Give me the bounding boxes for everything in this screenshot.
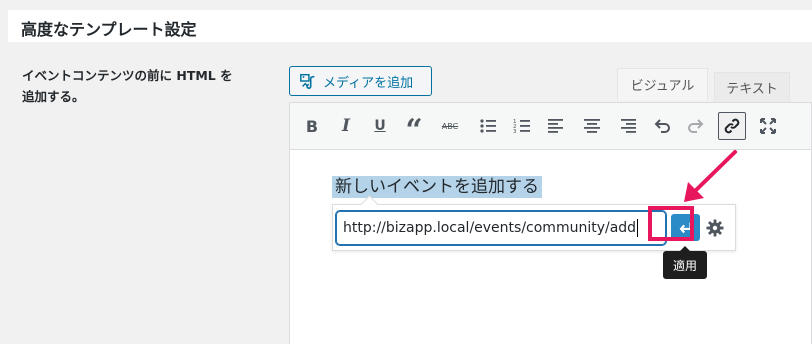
add-media-button[interactable]: メディアを追加 (289, 66, 432, 96)
blockquote-icon: “ (405, 113, 423, 148)
apply-tooltip: 適用 (663, 246, 707, 279)
align-center-button[interactable] (578, 112, 606, 140)
italic-icon: I (342, 116, 350, 136)
bold-icon: B (305, 116, 319, 136)
redo-icon (688, 119, 704, 133)
arrow-annotation (684, 150, 737, 202)
bullet-list-button[interactable] (474, 112, 502, 140)
link-button[interactable] (718, 112, 746, 140)
editor-toolbar: B I U “ ABC 1 2 3 (290, 103, 811, 150)
link-settings-button[interactable] (703, 215, 727, 241)
numbered-list-button[interactable]: 1 2 3 (508, 112, 536, 140)
selected-text: 新しいイベントを追加する (332, 176, 542, 198)
gear-icon (706, 219, 724, 237)
numbered-list-icon: 1 2 3 (513, 119, 530, 135)
strikethrough-icon: ABC (441, 121, 459, 131)
section-title: 高度なテンプレート設定 (21, 20, 197, 39)
redo-button[interactable] (682, 112, 710, 140)
url-input[interactable]: http://bizapp.local/events/community/add (336, 211, 666, 245)
add-media-label: メディアを追加 (323, 75, 414, 91)
tab-text[interactable]: テキスト (714, 72, 790, 102)
underline-icon: U (374, 118, 386, 134)
section-header: 高度なテンプレート設定 (8, 10, 812, 42)
align-right-button[interactable] (614, 112, 642, 140)
bold-button[interactable]: B (298, 112, 326, 140)
url-value: http://bizapp.local/events/community/add (343, 220, 637, 236)
text-caret (637, 219, 639, 237)
highlight-annotation (648, 206, 694, 241)
underline-button[interactable]: U (366, 112, 394, 140)
strikethrough-button[interactable]: ABC (436, 112, 464, 140)
bullet-list-icon (480, 119, 496, 133)
fullscreen-button[interactable] (754, 112, 782, 140)
undo-icon (654, 119, 670, 133)
tab-visual[interactable]: ビジュアル (617, 68, 708, 100)
field-label-line1: イベントコンテンツの前に HTML を (22, 68, 233, 83)
undo-button[interactable] (648, 112, 676, 140)
page: 高度なテンプレート設定 イベントコンテンツの前に HTML を 追加する。 メデ… (0, 0, 812, 344)
blockquote-button[interactable]: “ (400, 112, 428, 146)
media-add-icon (299, 72, 317, 90)
field-label: イベントコンテンツの前に HTML を 追加する。 (22, 65, 272, 107)
align-center-icon (584, 119, 600, 133)
align-left-icon (548, 119, 563, 133)
svg-text:3: 3 (513, 129, 517, 135)
fullscreen-icon (760, 118, 776, 134)
italic-button[interactable]: I (332, 112, 360, 140)
align-right-icon (621, 119, 636, 133)
field-label-line2: 追加する。 (22, 89, 85, 104)
align-left-button[interactable] (542, 112, 570, 140)
link-icon (724, 118, 740, 134)
